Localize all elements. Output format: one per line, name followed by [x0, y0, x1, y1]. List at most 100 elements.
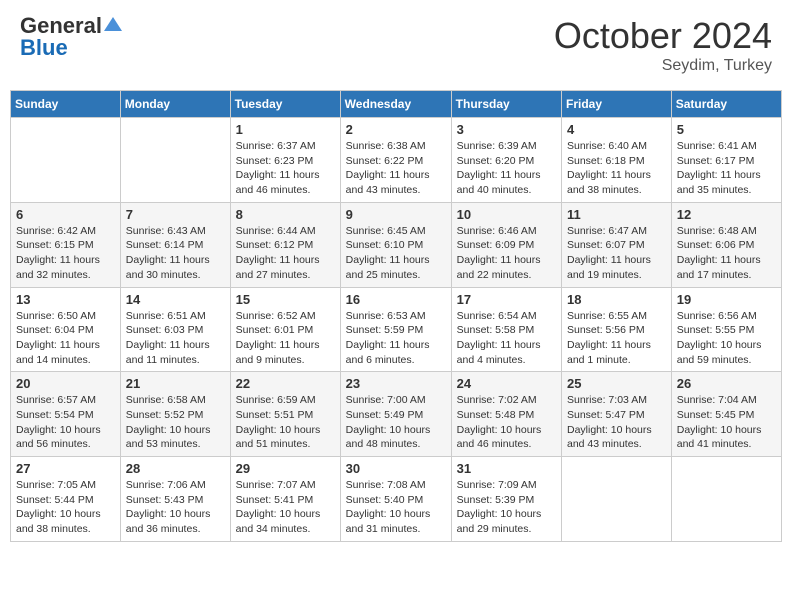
month-title: October 2024 — [554, 15, 772, 57]
day-info: Sunrise: 7:07 AM Sunset: 5:41 PM Dayligh… — [236, 478, 335, 537]
day-number: 22 — [236, 376, 335, 391]
day-number: 2 — [346, 122, 446, 137]
day-info: Sunrise: 6:47 AM Sunset: 6:07 PM Dayligh… — [567, 224, 666, 283]
day-info: Sunrise: 7:09 AM Sunset: 5:39 PM Dayligh… — [457, 478, 556, 537]
day-info: Sunrise: 6:50 AM Sunset: 6:04 PM Dayligh… — [16, 309, 115, 368]
calendar-cell: 23 Sunrise: 7:00 AM Sunset: 5:49 PM Dayli… — [340, 372, 451, 457]
day-number: 19 — [677, 292, 776, 307]
day-info: Sunrise: 6:37 AM Sunset: 6:23 PM Dayligh… — [236, 139, 335, 198]
day-number: 10 — [457, 207, 556, 222]
day-info: Sunrise: 7:06 AM Sunset: 5:43 PM Dayligh… — [126, 478, 225, 537]
day-number: 25 — [567, 376, 666, 391]
day-info: Sunrise: 6:56 AM Sunset: 5:55 PM Dayligh… — [677, 309, 776, 368]
day-number: 30 — [346, 461, 446, 476]
calendar-cell: 7 Sunrise: 6:43 AM Sunset: 6:14 PM Daylig… — [120, 202, 230, 287]
calendar-cell: 26 Sunrise: 7:04 AM Sunset: 5:45 PM Dayli… — [671, 372, 781, 457]
calendar-cell: 8 Sunrise: 6:44 AM Sunset: 6:12 PM Daylig… — [230, 202, 340, 287]
calendar-cell: 5 Sunrise: 6:41 AM Sunset: 6:17 PM Daylig… — [671, 118, 781, 203]
calendar-header-thursday: Thursday — [451, 91, 561, 118]
calendar-cell: 10Sunrise: 6:46 AM Sunset: 6:09 PM Dayli… — [451, 202, 561, 287]
calendar-header-tuesday: Tuesday — [230, 91, 340, 118]
day-number: 20 — [16, 376, 115, 391]
calendar-cell: 3 Sunrise: 6:39 AM Sunset: 6:20 PM Daylig… — [451, 118, 561, 203]
day-number: 18 — [567, 292, 666, 307]
calendar-header-row: SundayMondayTuesdayWednesdayThursdayFrid… — [11, 91, 782, 118]
calendar-cell: 6 Sunrise: 6:42 AM Sunset: 6:15 PM Daylig… — [11, 202, 121, 287]
calendar-cell: 16 Sunrise: 6:53 AM Sunset: 5:59 PM Dayli… — [340, 287, 451, 372]
day-number: 3 — [457, 122, 556, 137]
calendar-cell: 4Sunrise: 6:40 AM Sunset: 6:18 PM Daylig… — [562, 118, 672, 203]
calendar-header-monday: Monday — [120, 91, 230, 118]
calendar-cell: 29 Sunrise: 7:07 AM Sunset: 5:41 PM Dayli… — [230, 457, 340, 542]
calendar-cell: 30 Sunrise: 7:08 AM Sunset: 5:40 PM Dayli… — [340, 457, 451, 542]
day-info: Sunrise: 6:57 AM Sunset: 5:54 PM Dayligh… — [16, 393, 115, 452]
calendar-cell: 21 Sunrise: 6:58 AM Sunset: 5:52 PM Dayli… — [120, 372, 230, 457]
day-number: 23 — [346, 376, 446, 391]
calendar-cell: 27 Sunrise: 7:05 AM Sunset: 5:44 PM Dayli… — [11, 457, 121, 542]
calendar-cell — [562, 457, 672, 542]
day-info: Sunrise: 7:04 AM Sunset: 5:45 PM Dayligh… — [677, 393, 776, 452]
calendar-cell: 12 Sunrise: 6:48 AM Sunset: 6:06 PM Dayli… — [671, 202, 781, 287]
calendar-cell: 13 Sunrise: 6:50 AM Sunset: 6:04 PM Dayli… — [11, 287, 121, 372]
calendar-cell: 25 Sunrise: 7:03 AM Sunset: 5:47 PM Dayli… — [562, 372, 672, 457]
day-number: 28 — [126, 461, 225, 476]
calendar-week-row: 6 Sunrise: 6:42 AM Sunset: 6:15 PM Daylig… — [11, 202, 782, 287]
calendar-cell: 9 Sunrise: 6:45 AM Sunset: 6:10 PM Daylig… — [340, 202, 451, 287]
calendar-cell: 18 Sunrise: 6:55 AM Sunset: 5:56 PM Dayli… — [562, 287, 672, 372]
day-number: 13 — [16, 292, 115, 307]
day-number: 15 — [236, 292, 335, 307]
day-number: 7 — [126, 207, 225, 222]
calendar-cell — [120, 118, 230, 203]
day-number: 6 — [16, 207, 115, 222]
day-info: Sunrise: 7:03 AM Sunset: 5:47 PM Dayligh… — [567, 393, 666, 452]
calendar-week-row: 13 Sunrise: 6:50 AM Sunset: 6:04 PM Dayli… — [11, 287, 782, 372]
calendar-cell: 22 Sunrise: 6:59 AM Sunset: 5:51 PM Dayli… — [230, 372, 340, 457]
day-number: 16 — [346, 292, 446, 307]
day-info: Sunrise: 7:08 AM Sunset: 5:40 PM Dayligh… — [346, 478, 446, 537]
day-number: 21 — [126, 376, 225, 391]
day-info: Sunrise: 6:44 AM Sunset: 6:12 PM Dayligh… — [236, 224, 335, 283]
calendar-cell: 24Sunrise: 7:02 AM Sunset: 5:48 PM Dayli… — [451, 372, 561, 457]
day-info: Sunrise: 6:45 AM Sunset: 6:10 PM Dayligh… — [346, 224, 446, 283]
day-info: Sunrise: 6:41 AM Sunset: 6:17 PM Dayligh… — [677, 139, 776, 198]
day-number: 27 — [16, 461, 115, 476]
logo-blue-text: Blue — [20, 37, 68, 59]
calendar-header-friday: Friday — [562, 91, 672, 118]
day-number: 1 — [236, 122, 335, 137]
day-number: 12 — [677, 207, 776, 222]
day-info: Sunrise: 6:39 AM Sunset: 6:20 PM Dayligh… — [457, 139, 556, 198]
day-info: Sunrise: 6:53 AM Sunset: 5:59 PM Dayligh… — [346, 309, 446, 368]
day-info: Sunrise: 7:05 AM Sunset: 5:44 PM Dayligh… — [16, 478, 115, 537]
day-number: 14 — [126, 292, 225, 307]
logo-general-text: General — [20, 15, 102, 37]
day-info: Sunrise: 6:48 AM Sunset: 6:06 PM Dayligh… — [677, 224, 776, 283]
day-info: Sunrise: 6:58 AM Sunset: 5:52 PM Dayligh… — [126, 393, 225, 452]
day-info: Sunrise: 7:00 AM Sunset: 5:49 PM Dayligh… — [346, 393, 446, 452]
page-header: General Blue October 2024 Seydim, Turkey — [10, 10, 782, 80]
day-number: 17 — [457, 292, 556, 307]
day-number: 9 — [346, 207, 446, 222]
calendar-week-row: 27 Sunrise: 7:05 AM Sunset: 5:44 PM Dayli… — [11, 457, 782, 542]
calendar-table: SundayMondayTuesdayWednesdayThursdayFrid… — [10, 90, 782, 542]
day-number: 26 — [677, 376, 776, 391]
day-info: Sunrise: 6:52 AM Sunset: 6:01 PM Dayligh… — [236, 309, 335, 368]
calendar-cell: 19 Sunrise: 6:56 AM Sunset: 5:55 PM Dayli… — [671, 287, 781, 372]
day-number: 24 — [457, 376, 556, 391]
logo-icon — [104, 15, 122, 33]
calendar-cell: 31Sunrise: 7:09 AM Sunset: 5:39 PM Dayli… — [451, 457, 561, 542]
calendar-header-wednesday: Wednesday — [340, 91, 451, 118]
day-number: 5 — [677, 122, 776, 137]
day-info: Sunrise: 6:55 AM Sunset: 5:56 PM Dayligh… — [567, 309, 666, 368]
calendar-cell: 15 Sunrise: 6:52 AM Sunset: 6:01 PM Dayli… — [230, 287, 340, 372]
calendar-cell: 11Sunrise: 6:47 AM Sunset: 6:07 PM Dayli… — [562, 202, 672, 287]
day-info: Sunrise: 6:59 AM Sunset: 5:51 PM Dayligh… — [236, 393, 335, 452]
calendar-cell — [671, 457, 781, 542]
location-title: Seydim, Turkey — [554, 57, 772, 75]
day-number: 29 — [236, 461, 335, 476]
calendar-header-sunday: Sunday — [11, 91, 121, 118]
calendar-cell: 14Sunrise: 6:51 AM Sunset: 6:03 PM Dayli… — [120, 287, 230, 372]
day-info: Sunrise: 6:43 AM Sunset: 6:14 PM Dayligh… — [126, 224, 225, 283]
day-number: 8 — [236, 207, 335, 222]
day-info: Sunrise: 6:40 AM Sunset: 6:18 PM Dayligh… — [567, 139, 666, 198]
day-info: Sunrise: 6:42 AM Sunset: 6:15 PM Dayligh… — [16, 224, 115, 283]
